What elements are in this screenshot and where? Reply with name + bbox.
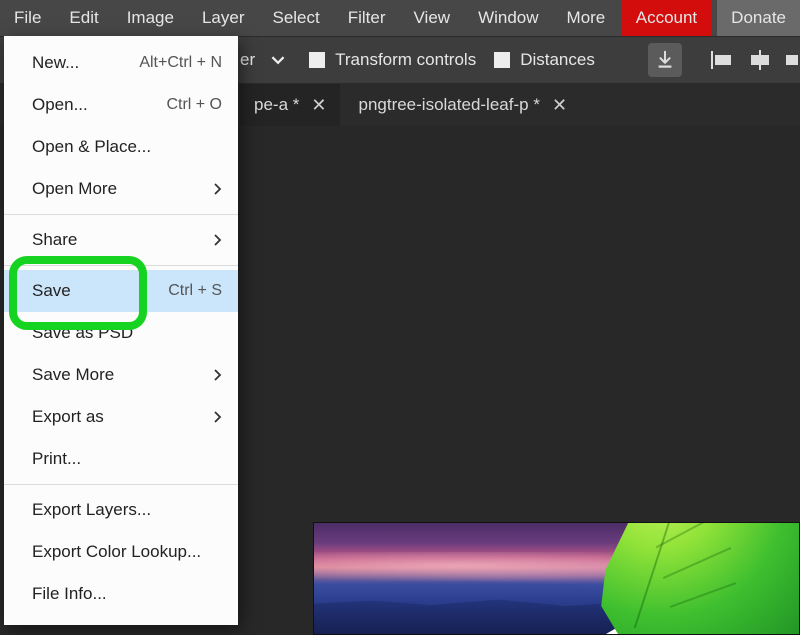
menu-separator: [4, 484, 238, 485]
tab-document-2[interactable]: pngtree-isolated-leaf-p * ✕: [344, 84, 581, 126]
align-icons-group: [710, 49, 800, 71]
menu-item-label: Export Layers...: [32, 500, 151, 520]
align-right-icon[interactable]: [786, 49, 800, 71]
options-dropdown[interactable]: er: [240, 45, 291, 75]
menu-item-label: Open...: [32, 95, 88, 115]
file-menu-item[interactable]: Share: [4, 219, 238, 261]
transform-controls-toggle[interactable]: Transform controls: [309, 50, 476, 70]
menu-item-label: Export Color Lookup...: [32, 542, 201, 562]
file-menu-item[interactable]: Export Layers...: [4, 489, 238, 531]
file-menu-item[interactable]: Export Color Lookup...: [4, 531, 238, 573]
file-menu-item[interactable]: Save More: [4, 354, 238, 396]
menu-layer[interactable]: Layer: [188, 0, 259, 36]
transform-controls-label: Transform controls: [335, 50, 476, 70]
align-center-horizontal-icon[interactable]: [748, 49, 772, 71]
file-menu-item[interactable]: Open & Place...: [4, 126, 238, 168]
menu-filter[interactable]: Filter: [334, 0, 400, 36]
canvas-image: [313, 522, 800, 635]
file-menu-item[interactable]: Save as PSD: [4, 312, 238, 354]
menu-item-label: Export as: [32, 407, 104, 427]
menu-view[interactable]: View: [400, 0, 465, 36]
file-menu-dropdown: New... Alt+Ctrl + N Open... Ctrl + O Open & …: [4, 36, 238, 625]
chevron-right-icon: [212, 410, 222, 424]
menu-shortcut: Ctrl + O: [166, 96, 222, 114]
distances-label: Distances: [520, 50, 595, 70]
align-left-icon[interactable]: [710, 49, 734, 71]
chevron-down-icon: [265, 45, 291, 75]
chevron-right-icon: [212, 368, 222, 382]
menu-shortcut: Ctrl + S: [168, 282, 222, 300]
file-menu-item[interactable]: Save Ctrl + S: [4, 270, 238, 312]
file-menu-item[interactable]: File Info...: [4, 573, 238, 615]
menu-bar: File Edit Image Layer Select Filter View…: [0, 0, 800, 36]
download-icon: [654, 49, 676, 71]
tab-label: pngtree-isolated-leaf-p *: [358, 95, 539, 115]
file-menu-item[interactable]: New... Alt+Ctrl + N: [4, 42, 238, 84]
menu-separator: [4, 214, 238, 215]
menu-item-label: Save as PSD: [32, 323, 133, 343]
close-icon[interactable]: ✕: [311, 95, 326, 116]
menu-item-label: Open & Place...: [32, 137, 151, 157]
menu-item-label: Save More: [32, 365, 114, 385]
file-menu-item[interactable]: Export as: [4, 396, 238, 438]
account-button[interactable]: Account: [622, 0, 711, 36]
chevron-right-icon: [212, 182, 222, 196]
menu-item-label: File Info...: [32, 584, 107, 604]
file-menu-item[interactable]: Print...: [4, 438, 238, 480]
close-icon[interactable]: ✕: [552, 95, 567, 116]
menu-separator: [4, 265, 238, 266]
menu-item-label: New...: [32, 53, 79, 73]
chevron-right-icon: [212, 233, 222, 247]
download-button[interactable]: [648, 43, 682, 77]
menu-shortcut: Alt+Ctrl + N: [139, 54, 222, 72]
menu-window[interactable]: Window: [464, 0, 552, 36]
file-menu-item[interactable]: Open... Ctrl + O: [4, 84, 238, 126]
menu-item-label: Share: [32, 230, 77, 250]
tab-label: pe-a *: [254, 95, 299, 115]
menu-item-label: Open More: [32, 179, 117, 199]
menu-more[interactable]: More: [553, 0, 620, 36]
menu-item-label: Save: [32, 281, 71, 301]
donate-button[interactable]: Donate: [717, 0, 800, 36]
menu-edit[interactable]: Edit: [55, 0, 112, 36]
distances-toggle[interactable]: Distances: [494, 50, 595, 70]
checkbox-icon: [494, 52, 510, 68]
tab-document-1[interactable]: pe-a * ✕: [240, 84, 340, 126]
checkbox-icon: [309, 52, 325, 68]
menu-item-label: Print...: [32, 449, 81, 469]
menu-select[interactable]: Select: [258, 0, 333, 36]
options-dropdown-fragment: er: [240, 50, 255, 70]
menu-image[interactable]: Image: [113, 0, 188, 36]
menu-file[interactable]: File: [0, 0, 55, 36]
file-menu-item[interactable]: Open More: [4, 168, 238, 210]
